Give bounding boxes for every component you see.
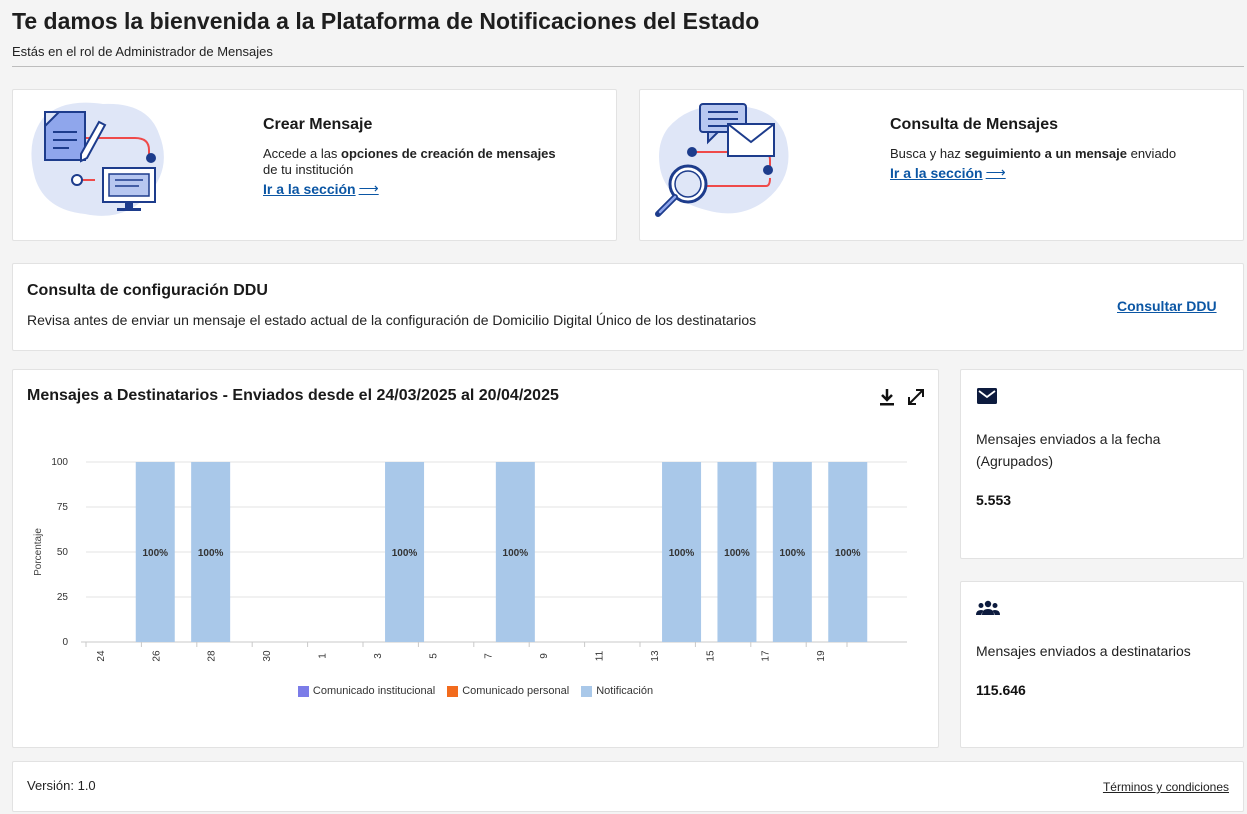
mail-icon — [977, 388, 997, 404]
expand-icon[interactable] — [905, 386, 927, 408]
consulta-mensajes-title: Consulta de Mensajes — [890, 116, 1059, 133]
consulta-mensajes-link[interactable]: Ir a la sección ⟶ — [890, 164, 1006, 181]
crear-mensaje-title: Crear Mensaje — [263, 116, 373, 133]
consulta-mensajes-card: Consulta de Mensajes Busca y haz seguimi… — [639, 89, 1244, 241]
x-tick-label: 5 — [428, 653, 439, 659]
ddu-title: Consulta de configuración DDU — [27, 282, 268, 299]
bar-label: 100% — [392, 548, 418, 559]
create-message-illustration — [31, 102, 164, 216]
x-tick-label: 13 — [650, 650, 661, 662]
ddu-description: Revisa antes de enviar un mensaje el est… — [27, 312, 757, 328]
arrow-right-icon: ⟶ — [358, 180, 379, 196]
stat-value-destinatarios: 115.646 — [976, 682, 1026, 698]
x-tick-label: 1 — [317, 653, 328, 659]
chart-card: Mensajes a Destinatarios - Enviados desd… — [12, 369, 939, 748]
x-tick-label: 24 — [96, 650, 107, 662]
bar-label: 100% — [142, 548, 168, 559]
footer: Versión: 1.0 Términos y condiciones — [12, 761, 1244, 812]
version-text: Versión: 1.0 — [27, 778, 96, 793]
group-icon — [976, 600, 1000, 615]
crear-mensaje-card: Crear Mensaje Accede a las opciones de c… — [12, 89, 617, 241]
legend-swatch — [297, 685, 309, 697]
bar-label: 100% — [724, 548, 750, 559]
y-tick-label: 25 — [57, 592, 69, 603]
header-divider — [12, 66, 1244, 67]
chart-title: Mensajes a Destinatarios - Enviados desd… — [27, 387, 559, 404]
crear-mensaje-link[interactable]: Ir a la sección ⟶ — [263, 180, 379, 197]
y-tick-label: 75 — [57, 502, 69, 513]
y-axis-label: Porcentaje — [33, 528, 44, 576]
x-tick-label: 11 — [594, 650, 605, 661]
x-tick-label: 9 — [539, 653, 550, 659]
y-tick-label: 0 — [62, 637, 68, 648]
legend-item-notificacion[interactable]: Notificación — [581, 685, 653, 697]
arrow-right-icon: ⟶ — [985, 164, 1006, 180]
y-tick-label: 100 — [51, 457, 68, 468]
bar-label: 100% — [780, 548, 806, 559]
consulta-mensajes-description: Busca y haz seguimiento a un mensaje env… — [890, 146, 1177, 161]
page-title: Te damos la bienvenida a la Plataforma d… — [12, 8, 760, 34]
legend-swatch — [581, 685, 593, 697]
stat-card-fecha: Mensajes enviados a la fecha (Agrupados)… — [960, 369, 1244, 559]
terms-link[interactable]: Términos y condiciones — [1103, 780, 1229, 794]
ddu-card: Consulta de configuración DDU Revisa ant… — [12, 263, 1244, 351]
x-tick-label: 17 — [761, 650, 772, 662]
bar-chart: 0255075100Porcentaje 100% 100% 100% 100% 100%… — [33, 457, 907, 662]
stat-label-fecha: Mensajes enviados a la fecha (Agrupados) — [976, 431, 1161, 469]
page-subtitle: Estás en el rol de Administrador de Mens… — [12, 44, 273, 59]
stat-value-fecha: 5.553 — [976, 492, 1012, 508]
bar-label: 100% — [835, 548, 861, 559]
bar-label: 100% — [503, 548, 529, 559]
consulta-message-illustration — [655, 103, 789, 217]
x-tick-label: 26 — [151, 650, 162, 662]
x-tick-label: 3 — [373, 653, 384, 659]
stat-card-destinatarios: Mensajes enviados a destinatarios 115.64… — [960, 581, 1244, 748]
y-tick-label: 50 — [57, 547, 69, 558]
bar-label: 100% — [198, 548, 224, 559]
download-icon[interactable] — [877, 387, 897, 407]
x-tick-label: 15 — [705, 650, 716, 662]
crear-mensaje-description: Accede a las opciones de creación de men… — [263, 146, 556, 177]
bar-label: 100% — [669, 548, 695, 559]
x-tick-label: 30 — [262, 650, 273, 662]
legend-swatch — [447, 685, 459, 697]
chart-legend: Comunicado institucional Comunicado pers… — [13, 685, 938, 697]
stat-label-destinatarios: Mensajes enviados a destinatarios — [976, 643, 1191, 659]
x-tick-label: 28 — [207, 650, 218, 662]
legend-item-personal[interactable]: Comunicado personal — [447, 685, 569, 697]
legend-item-institucional[interactable]: Comunicado institucional — [297, 685, 435, 697]
x-tick-label: 19 — [816, 650, 827, 662]
consultar-ddu-link[interactable]: Consultar DDU — [1117, 298, 1217, 314]
x-tick-label: 7 — [484, 653, 495, 659]
